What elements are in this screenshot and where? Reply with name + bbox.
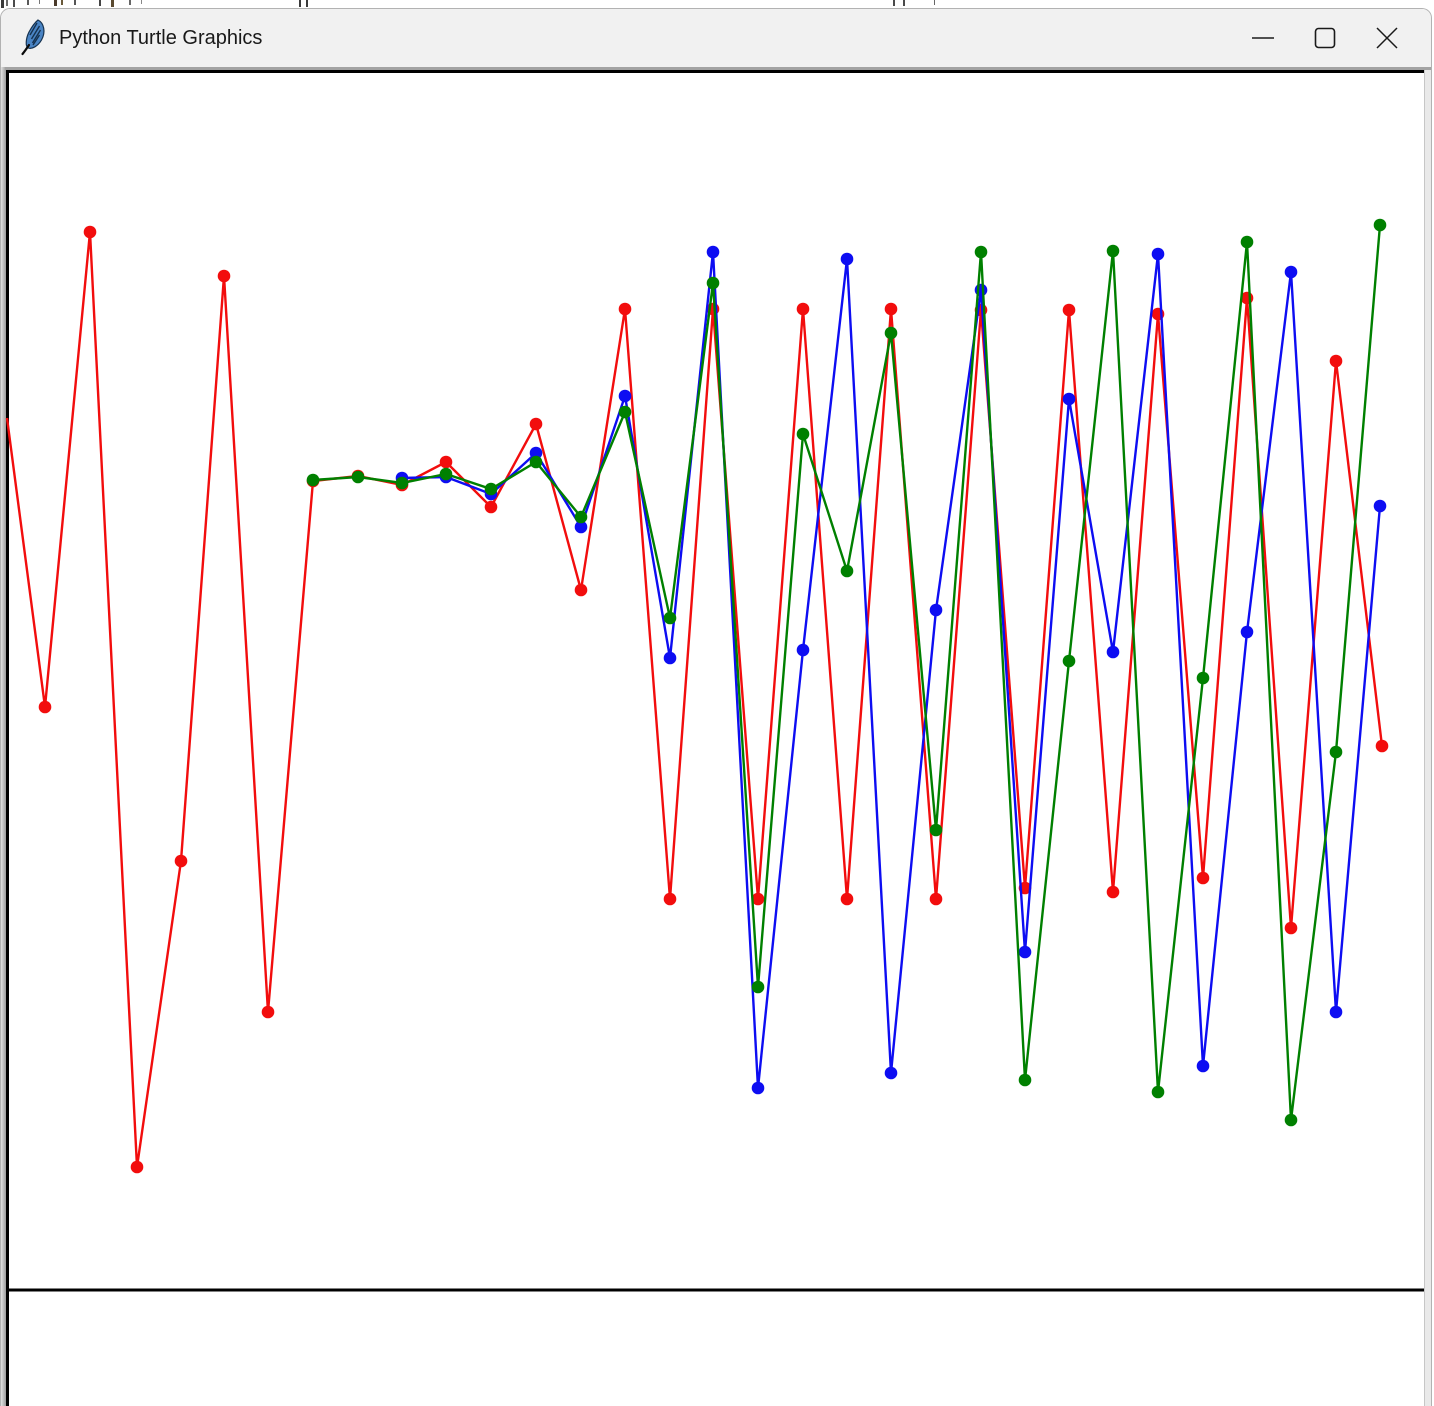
caption-buttons: [1232, 9, 1418, 67]
background-window-fragment: [54, 0, 57, 6]
background-window-fragment: [306, 0, 308, 7]
canvas-border-left: [6, 70, 9, 1406]
titlebar[interactable]: Python Turtle Graphics: [1, 9, 1431, 67]
background-window-fragment: [27, 0, 29, 5]
background-window-fragment: [13, 0, 15, 7]
background-window-sliver: [0, 0, 1434, 8]
minimize-icon: [1252, 37, 1274, 39]
screen: Python Turtle Graphics: [0, 0, 1434, 1406]
close-button[interactable]: [1356, 9, 1418, 67]
background-window-fragment: [39, 0, 40, 4]
background-window-fragment: [129, 0, 131, 5]
minimize-button[interactable]: [1232, 9, 1294, 67]
background-window-fragment: [61, 0, 63, 5]
background-window-fragment: [934, 0, 935, 5]
background-window-fragment: [74, 0, 76, 5]
window-title: Python Turtle Graphics: [59, 27, 263, 49]
canvas-right-gutter: [1424, 70, 1431, 1406]
background-window-fragment: [903, 0, 905, 6]
background-window-fragment: [111, 0, 114, 7]
background-window-fragment: [299, 0, 301, 7]
turtle-canvas[interactable]: [1, 67, 1431, 1406]
maximize-icon: [1314, 27, 1336, 49]
background-window-fragment: [6, 0, 8, 6]
background-window-fragment: [141, 0, 142, 4]
canvas-border-top: [6, 70, 1424, 73]
turtle-graphics-window: Python Turtle Graphics: [0, 8, 1432, 1406]
close-icon: [1376, 27, 1398, 49]
maximize-button[interactable]: [1294, 9, 1356, 67]
background-window-fragment: [893, 0, 895, 6]
python-feather-icon: [21, 19, 45, 56]
background-window-fragment: [99, 0, 101, 6]
background-window-fragment: [1, 0, 4, 8]
